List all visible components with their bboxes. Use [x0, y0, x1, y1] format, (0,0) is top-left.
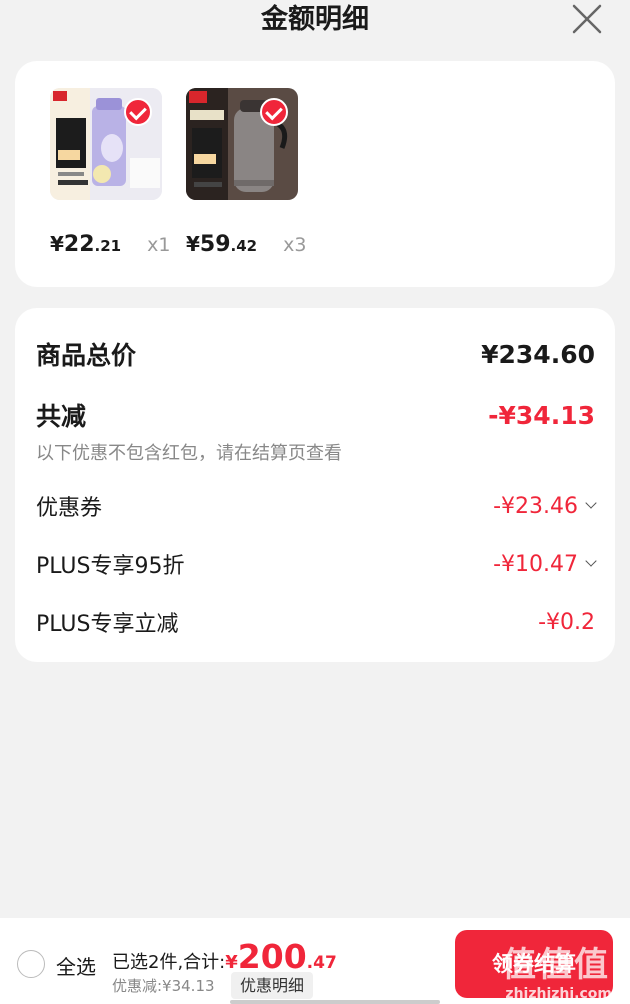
discount-amount: 优惠减:¥34.13 — [112, 977, 215, 995]
selected-total: 已选2件,合计: ¥ 200 .47 — [112, 940, 337, 974]
price-integer: 22 — [63, 232, 95, 257]
reduce-row: 共减 -¥34.13 — [36, 397, 595, 433]
chevron-down-icon[interactable] — [585, 555, 597, 567]
total-symbol: ¥ — [225, 952, 238, 973]
price-decimal: .42 — [230, 237, 258, 255]
price-symbol: ¥ — [186, 232, 200, 256]
coupon-value: -¥23.46 — [493, 493, 578, 519]
total-decimal: .47 — [306, 953, 337, 973]
discount-note: 以下优惠不包含红包，请在结算页查看 — [36, 443, 342, 464]
reduce-value: -¥34.13 — [488, 400, 595, 430]
coupon-row[interactable]: 优惠券 -¥23.46 — [36, 490, 597, 522]
close-icon[interactable] — [570, 2, 604, 36]
selected-count-text: 已选2件,合计: — [112, 952, 226, 973]
watermark-logo: 值值值 — [502, 945, 610, 985]
product-price-row: ¥ 22 .21 x1 — [50, 232, 170, 257]
bottom-bar: 全选 已选2件,合计: ¥ 200 .47 优惠减:¥34.13 优惠明细 领券… — [0, 918, 630, 1004]
price-summary-card: 商品总价 ¥234.60 共减 -¥34.13 以下优惠不包含红包，请在结算页查… — [15, 308, 615, 662]
plus-discount-value-wrap[interactable]: -¥10.47 — [493, 551, 597, 577]
plus-reduce-row: PLUS专享立减 -¥0.2 — [36, 606, 595, 638]
total-value: ¥234.60 — [481, 339, 595, 369]
product-price-row: ¥ 59 .42 x3 — [186, 232, 306, 257]
discount-detail-button[interactable]: 优惠明细 — [231, 972, 314, 999]
reduce-label: 共减 — [36, 402, 87, 431]
price-decimal: .21 — [94, 237, 122, 255]
header: 金额明细 — [0, 0, 630, 44]
selected-check-icon[interactable] — [124, 98, 152, 126]
total-row: 商品总价 ¥234.60 — [36, 336, 595, 372]
coupon-label: 优惠券 — [36, 496, 103, 521]
total-integer: 200 — [237, 937, 307, 976]
product-list-card: ¥ 22 .21 x1 ¥ 59 .42 x3 — [15, 61, 615, 287]
total-label: 商品总价 — [36, 341, 137, 370]
plus-reduce-label: PLUS专享立减 — [36, 612, 179, 637]
product-thumbnail[interactable] — [186, 88, 298, 200]
product-quantity: x1 — [147, 234, 171, 256]
page-title: 金额明细 — [261, 4, 369, 35]
watermark-url: zhizhizhi.com — [505, 986, 612, 1002]
product-thumbnail[interactable] — [50, 88, 162, 200]
select-all-radio[interactable] — [17, 950, 45, 978]
price-symbol: ¥ — [50, 232, 64, 256]
plus-discount-row[interactable]: PLUS专享95折 -¥10.47 — [36, 548, 597, 580]
home-indicator — [230, 1000, 440, 1004]
coupon-value-wrap[interactable]: -¥23.46 — [493, 493, 597, 519]
chevron-down-icon[interactable] — [585, 497, 597, 509]
price-integer: 59 — [199, 232, 231, 257]
select-all-label[interactable]: 全选 — [56, 951, 96, 980]
plus-reduce-value: -¥0.2 — [538, 609, 595, 635]
product-item[interactable]: ¥ 59 .42 x3 — [186, 88, 306, 257]
product-quantity: x3 — [283, 234, 307, 256]
plus-discount-value: -¥10.47 — [493, 551, 578, 577]
plus-discount-label: PLUS专享95折 — [36, 554, 185, 579]
selected-check-icon[interactable] — [260, 98, 288, 126]
product-item[interactable]: ¥ 22 .21 x1 — [50, 88, 170, 257]
